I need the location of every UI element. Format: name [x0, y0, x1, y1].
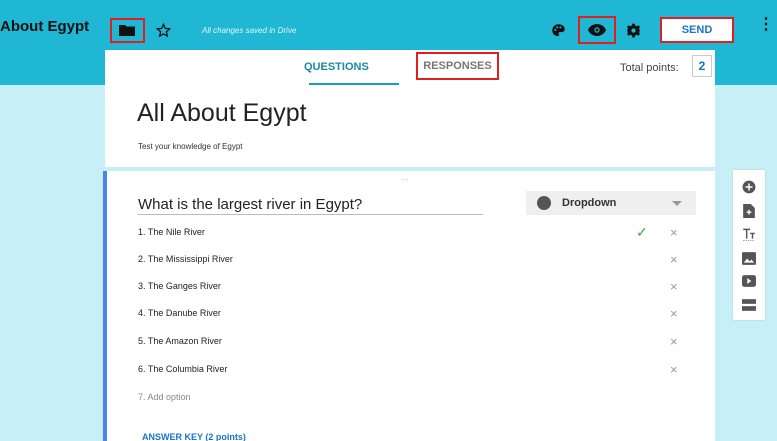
drag-handle-icon[interactable]: ⋯: [401, 175, 410, 184]
option-row[interactable]: 1. The Nile River ✓ ×: [138, 225, 698, 241]
title-text-icon[interactable]: [740, 225, 758, 243]
answer-key-link[interactable]: ANSWER KEY (2 points): [142, 432, 246, 441]
dropdown-type-icon: [537, 196, 551, 210]
option-label[interactable]: 2. The Mississippi River: [138, 254, 233, 264]
remove-option-icon[interactable]: ×: [670, 307, 678, 320]
section-icon[interactable]: [740, 296, 758, 314]
video-icon[interactable]: [740, 272, 758, 290]
option-label[interactable]: 4. The Danube River: [138, 308, 221, 318]
image-icon[interactable]: [740, 249, 758, 267]
add-option-row[interactable]: 7. Add option: [138, 392, 698, 406]
star-icon[interactable]: [154, 21, 172, 39]
eye-icon[interactable]: [586, 21, 608, 39]
correct-check-icon[interactable]: ✓: [636, 225, 648, 239]
question-title-underline: [138, 214, 483, 215]
option-row[interactable]: 2. The Mississippi River ×: [138, 253, 698, 268]
gear-icon[interactable]: [624, 21, 642, 39]
form-title[interactable]: All About Egypt: [137, 99, 307, 128]
option-label[interactable]: 6. The Columbia River: [138, 364, 227, 374]
option-label[interactable]: 3. The Ganges River: [138, 281, 221, 291]
add-option[interactable]: 7. Add option: [138, 392, 191, 402]
add-question-icon[interactable]: [740, 178, 758, 196]
import-questions-icon[interactable]: [740, 202, 758, 220]
remove-option-icon[interactable]: ×: [670, 335, 678, 348]
remove-option-icon[interactable]: ×: [670, 280, 678, 293]
remove-option-icon[interactable]: ×: [670, 226, 678, 239]
total-points-label: Total points:: [620, 62, 679, 74]
doc-title[interactable]: About Egypt: [0, 18, 89, 35]
question-title[interactable]: What is the largest river in Egypt?: [138, 196, 362, 213]
option-label[interactable]: 5. The Amazon River: [138, 336, 222, 346]
total-points-value: 2: [692, 55, 712, 77]
option-row[interactable]: 3. The Ganges River ×: [138, 280, 698, 295]
chevron-down-icon: [672, 201, 682, 206]
form-description[interactable]: Test your knowledge of Egypt: [138, 142, 243, 151]
send-button[interactable]: SEND: [660, 17, 734, 43]
question-type-label: Dropdown: [562, 197, 617, 209]
palette-icon[interactable]: [549, 21, 567, 39]
option-row[interactable]: 6. The Columbia River ×: [138, 363, 698, 378]
option-label[interactable]: 1. The Nile River: [138, 227, 205, 237]
more-vert-icon[interactable]: ⋮: [758, 17, 774, 33]
save-status: All changes saved in Drive: [202, 26, 297, 35]
remove-option-icon[interactable]: ×: [670, 253, 678, 266]
folder-icon[interactable]: [116, 21, 138, 39]
tab-responses[interactable]: RESPONSES: [416, 52, 499, 80]
remove-option-icon[interactable]: ×: [670, 363, 678, 376]
option-row[interactable]: 4. The Danube River ×: [138, 307, 698, 322]
option-row[interactable]: 5. The Amazon River ×: [138, 335, 698, 350]
tab-questions[interactable]: QUESTIONS: [304, 61, 369, 73]
